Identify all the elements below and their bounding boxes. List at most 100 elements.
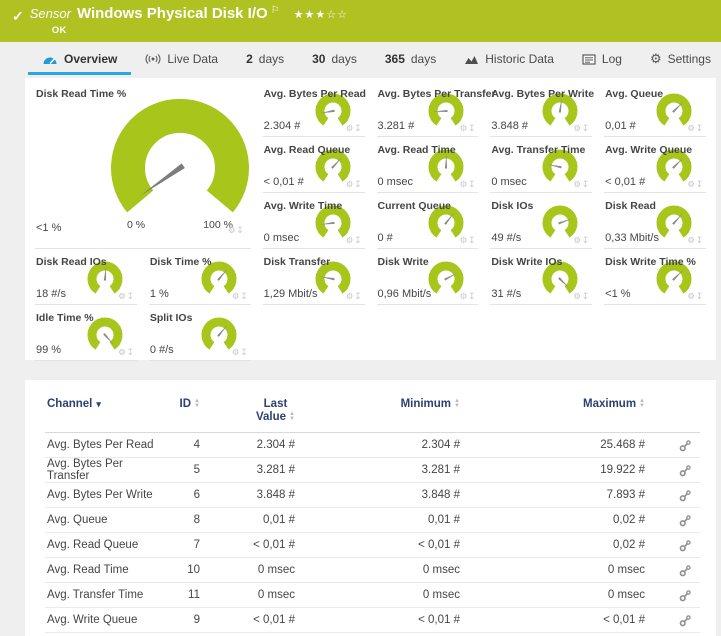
tab-historic-data[interactable]: Historic Data (450, 43, 568, 75)
wrench-icon[interactable] (679, 564, 692, 577)
cell-id: 9 (155, 614, 200, 626)
gauge-cell[interactable]: Disk Write Time % <1 % ⚙↧ (604, 254, 706, 305)
col-header-id[interactable]: ID▲▼ (155, 398, 200, 410)
channel-gear-icon[interactable]: ⚙ (228, 225, 237, 235)
channel-gear-icon[interactable]: ⚙ (460, 123, 469, 133)
channel-pin-icon[interactable]: ↧ (468, 235, 476, 245)
channel-pin-icon[interactable]: ↧ (354, 235, 362, 245)
primary-gauge-cell[interactable]: Disk Read Time % 0 % 100 % <1 % ⚙↧ (35, 86, 251, 249)
gauge-cell[interactable]: Disk Write IOs 31 #/s ⚙↧ (490, 254, 592, 305)
channel-pin-icon[interactable]: ↧ (582, 179, 590, 189)
table-row[interactable]: Avg. Bytes Per Read 4 2.304 # 2.304 # 25… (45, 433, 700, 458)
channel-pin-icon[interactable]: ↧ (241, 347, 249, 357)
tab-30-days[interactable]: 30 days (298, 43, 371, 75)
channel-pin-icon[interactable]: ↧ (354, 123, 362, 133)
channel-pin-icon[interactable]: ↧ (127, 347, 135, 357)
table-row[interactable]: Avg. Read Queue 7 < 0,01 # < 0,01 # 0,02… (45, 533, 700, 558)
channel-gear-icon[interactable]: ⚙ (573, 291, 582, 301)
channel-pin-icon[interactable]: ↧ (354, 291, 362, 301)
channel-table-body: Avg. Bytes Per Read 4 2.304 # 2.304 # 25… (45, 433, 700, 633)
gauge-cell[interactable]: Avg. Read Time 0 msec ⚙↧ (377, 142, 479, 193)
col-header-minimum[interactable]: Minimum▲▼ (295, 398, 460, 410)
star-rating[interactable]: ★★★☆☆ (294, 8, 348, 21)
star-filled-icon[interactable]: ★ (294, 9, 305, 21)
sort-icon[interactable]: ▲▼ (289, 412, 295, 422)
gauge-cell[interactable]: Disk IOs 49 #/s ⚙↧ (490, 198, 592, 249)
channel-pin-icon[interactable]: ↧ (582, 123, 590, 133)
table-row[interactable]: Avg. Read Time 10 0 msec 0 msec 0 msec (45, 558, 700, 583)
channel-pin-icon[interactable]: ↧ (354, 179, 362, 189)
gauge-cell[interactable]: Avg. Bytes Per Read 2.304 # ⚙↧ (263, 86, 365, 137)
channel-gear-icon[interactable]: ⚙ (687, 179, 696, 189)
channel-gear-icon[interactable]: ⚙ (573, 179, 582, 189)
gauge-cell[interactable]: Disk Time % 1 % ⚙↧ (149, 254, 251, 305)
star-empty-icon[interactable]: ☆ (337, 9, 348, 21)
channel-pin-icon[interactable]: ↧ (696, 235, 704, 245)
channel-pin-icon[interactable]: ↧ (696, 291, 704, 301)
tab-settings[interactable]: ⚙ Settings (636, 43, 721, 75)
channel-pin-icon[interactable]: ↧ (468, 291, 476, 301)
channel-gear-icon[interactable]: ⚙ (573, 123, 582, 133)
gauge-cell[interactable]: Disk Write 0,96 Mbit/s ⚙↧ (377, 254, 479, 305)
tab-log[interactable]: Log (568, 43, 636, 75)
tab-365-days[interactable]: 365 days (371, 43, 450, 75)
wrench-icon[interactable] (679, 614, 692, 627)
star-filled-icon[interactable]: ★ (315, 9, 326, 21)
channel-gear-icon[interactable]: ⚙ (460, 235, 469, 245)
wrench-icon[interactable] (679, 489, 692, 502)
wrench-icon[interactable] (679, 539, 692, 552)
gauge-cell[interactable]: Avg. Queue 0,01 # ⚙↧ (604, 86, 706, 137)
star-empty-icon[interactable]: ☆ (326, 9, 337, 21)
gauge-cell[interactable]: Split IOs 0 #/s ⚙↧ (149, 310, 251, 361)
channel-gear-icon[interactable]: ⚙ (118, 347, 127, 357)
channel-pin-icon[interactable]: ↧ (582, 235, 590, 245)
channel-gear-icon[interactable]: ⚙ (232, 291, 241, 301)
gauge-cell[interactable]: Disk Read 0,33 Mbit/s ⚙↧ (604, 198, 706, 249)
table-row[interactable]: Avg. Write Queue 9 < 0,01 # < 0,01 # < 0… (45, 608, 700, 633)
channel-gear-icon[interactable]: ⚙ (460, 179, 469, 189)
channel-gear-icon[interactable]: ⚙ (687, 291, 696, 301)
tab-live-data[interactable]: Live Data (131, 43, 232, 75)
table-row[interactable]: Avg. Bytes Per Write 6 3.848 # 3.848 # 7… (45, 483, 700, 508)
gauge-cell[interactable]: Disk Read IOs 18 #/s ⚙↧ (35, 254, 137, 305)
channel-gear-icon[interactable]: ⚙ (460, 291, 469, 301)
channel-pin-icon[interactable]: ↧ (468, 123, 476, 133)
gauge-cell[interactable]: Idle Time % 99 % ⚙↧ (35, 310, 137, 361)
wrench-icon[interactable] (679, 439, 692, 452)
tab-2-days[interactable]: 2 days (232, 43, 298, 75)
channel-gear-icon[interactable]: ⚙ (687, 123, 696, 133)
gauge-cell[interactable]: Disk Transfer 1,29 Mbit/s ⚙↧ (263, 254, 365, 305)
channel-gear-icon[interactable]: ⚙ (687, 235, 696, 245)
gauge-cell[interactable]: Avg. Write Queue < 0,01 # ⚙↧ (604, 142, 706, 193)
channel-pin-icon[interactable]: ↧ (696, 123, 704, 133)
gauge-cell[interactable]: Avg. Transfer Time 0 msec ⚙↧ (490, 142, 592, 193)
wrench-icon[interactable] (679, 589, 692, 602)
gauge-cell[interactable]: Avg. Read Queue < 0,01 # ⚙↧ (263, 142, 365, 193)
col-header-last-value[interactable]: Last Value▲▼ (200, 398, 295, 424)
tab-overview[interactable]: Overview (28, 43, 131, 75)
sort-caret-icon[interactable]: ▾ (96, 399, 101, 409)
star-filled-icon[interactable]: ★ (305, 9, 316, 21)
gauge-cell[interactable]: Current Queue 0 # ⚙↧ (377, 198, 479, 249)
col-header-maximum[interactable]: Maximum▲▼ (460, 398, 645, 410)
wrench-icon[interactable] (679, 464, 692, 477)
channel-gear-icon[interactable]: ⚙ (573, 235, 582, 245)
col-header-channel[interactable]: Channel▾ (45, 398, 155, 410)
channel-pin-icon[interactable]: ↧ (696, 179, 704, 189)
channel-pin-icon[interactable]: ↧ (468, 179, 476, 189)
channel-pin-icon[interactable]: ↧ (127, 291, 135, 301)
table-row[interactable]: Avg. Bytes Per Transfer 5 3.281 # 3.281 … (45, 458, 700, 483)
gauge-cell[interactable]: Avg. Bytes Per Transfer 3.281 # ⚙↧ (377, 86, 479, 137)
channel-pin-icon[interactable]: ↧ (237, 225, 245, 235)
sort-icon[interactable]: ▲▼ (639, 399, 645, 409)
channel-pin-icon[interactable]: ↧ (582, 291, 590, 301)
channel-gear-icon[interactable]: ⚙ (118, 291, 127, 301)
gauge-cell[interactable]: Avg. Bytes Per Write 3.848 # ⚙↧ (490, 86, 592, 137)
table-row[interactable]: Avg. Transfer Time 11 0 msec 0 msec 0 ms… (45, 583, 700, 608)
flag-icon[interactable]: ⚐ (271, 5, 280, 16)
channel-pin-icon[interactable]: ↧ (241, 291, 249, 301)
channel-gear-icon[interactable]: ⚙ (232, 347, 241, 357)
gauge-cell[interactable]: Avg. Write Time 0 msec ⚙↧ (263, 198, 365, 249)
wrench-icon[interactable] (679, 514, 692, 527)
table-row[interactable]: Avg. Queue 8 0,01 # 0,01 # 0,02 # (45, 508, 700, 533)
